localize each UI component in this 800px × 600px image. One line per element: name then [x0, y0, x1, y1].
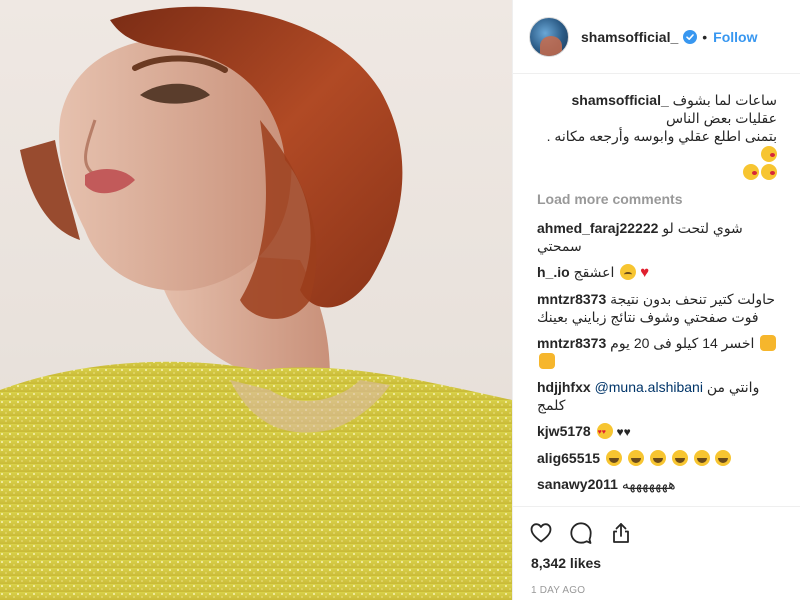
caption-text: ساعات لما بشوف عقليات بعض الناس — [665, 92, 777, 126]
tears-of-joy-emoji-icon — [605, 450, 622, 466]
comment-item: h_.io اعشقج ♥ — [537, 263, 777, 282]
post-side-panel: shamsofficial_ • Follow shamsofficial_ س… — [512, 0, 800, 600]
sad-emoji-icon — [620, 264, 637, 280]
post-actions: 8,342 likes 1 DAY AGO — [513, 506, 800, 596]
comment-bubble-icon — [570, 522, 592, 544]
comment-username[interactable]: alig65515 — [537, 450, 600, 466]
tears-of-joy-emoji-icon — [649, 450, 666, 466]
instagram-post: shamsofficial_ • Follow shamsofficial_ س… — [0, 0, 800, 600]
comment-mention[interactable]: @muna.alshibani — [595, 379, 703, 395]
comment-item: sanawy2011 هههههههه — [537, 475, 777, 493]
comments-list: shamsofficial_ ساعات لما بشوف عقليات بعض… — [513, 75, 800, 505]
comment-username[interactable]: hdjjhfxx — [537, 379, 591, 395]
heart-emoji-icon: ♥ — [640, 264, 650, 281]
comment-text: هههههههه — [621, 476, 676, 492]
like-button[interactable] — [529, 517, 569, 549]
caption-text-line2: بتمنى اطلع عقلي وابوسه وأرجعه مكانه . — [546, 128, 777, 144]
heart-outline-icon — [530, 523, 552, 543]
comment-username[interactable]: sanawy2011 — [537, 476, 618, 492]
comment-text: ♥♥ — [616, 425, 631, 439]
flexed-biceps-emoji-icon — [539, 353, 555, 369]
tears-of-joy-emoji-icon — [627, 450, 644, 466]
post-photo[interactable] — [0, 0, 512, 600]
caption: shamsofficial_ ساعات لما بشوف عقليات بعض… — [537, 91, 777, 181]
comment-text: اعشقج — [573, 264, 615, 280]
follow-button[interactable]: Follow — [713, 29, 757, 45]
comment-username[interactable]: kjw5178 — [537, 423, 591, 439]
kiss-emoji-icon — [743, 164, 759, 180]
post-header: shamsofficial_ • Follow — [513, 0, 800, 74]
tears-of-joy-emoji-icon — [715, 450, 732, 466]
header-separator: • — [702, 28, 708, 45]
comment-text: اخسر 14 كيلو فى 20 يوم — [610, 335, 755, 351]
likes-count[interactable]: 8,342 likes — [529, 555, 785, 571]
comment-item: mntzr8373 اخسر 14 كيلو فى 20 يوم — [537, 334, 777, 370]
share-button[interactable] — [609, 517, 649, 549]
comment-item: ahmed_faraj22222 شوي لتحت لو سمحتي — [537, 219, 777, 255]
post-timestamp: 1 DAY AGO — [531, 585, 586, 596]
tears-of-joy-emoji-icon — [671, 450, 688, 466]
share-icon — [613, 523, 629, 543]
comment-username[interactable]: mntzr8373 — [537, 335, 606, 351]
tears-of-joy-emoji-icon — [693, 450, 710, 466]
kiss-emoji-icon — [761, 146, 777, 162]
comment-item: alig65515 — [537, 449, 777, 467]
comment-username[interactable]: mntzr8373 — [537, 291, 606, 307]
comment-username[interactable]: ahmed_faraj22222 — [537, 220, 658, 236]
load-more-comments-button[interactable]: Load more comments — [537, 191, 777, 207]
kiss-emoji-icon — [761, 164, 777, 180]
comment-item: kjw5178 ♥ ♥ — [537, 422, 777, 442]
author-avatar[interactable] — [529, 16, 569, 57]
comment-item: hdjjhfxx @muna.alshibani وانتي من كلمج — [537, 378, 777, 414]
portrait-illustration — [0, 6, 512, 600]
verified-badge-icon — [683, 29, 698, 44]
comment-username[interactable]: h_.io — [537, 264, 570, 280]
heart-eyes-emoji-icon — [596, 423, 613, 442]
action-icons — [529, 515, 785, 551]
comment-button[interactable] — [569, 517, 609, 549]
flexed-biceps-emoji-icon — [760, 335, 777, 351]
comment-item: mntzr8373 حاولت كتير تنحف بدون نتيجة فوت… — [537, 290, 777, 326]
caption-username[interactable]: shamsofficial_ — [572, 92, 669, 108]
author-username[interactable]: shamsofficial_ — [581, 29, 678, 45]
